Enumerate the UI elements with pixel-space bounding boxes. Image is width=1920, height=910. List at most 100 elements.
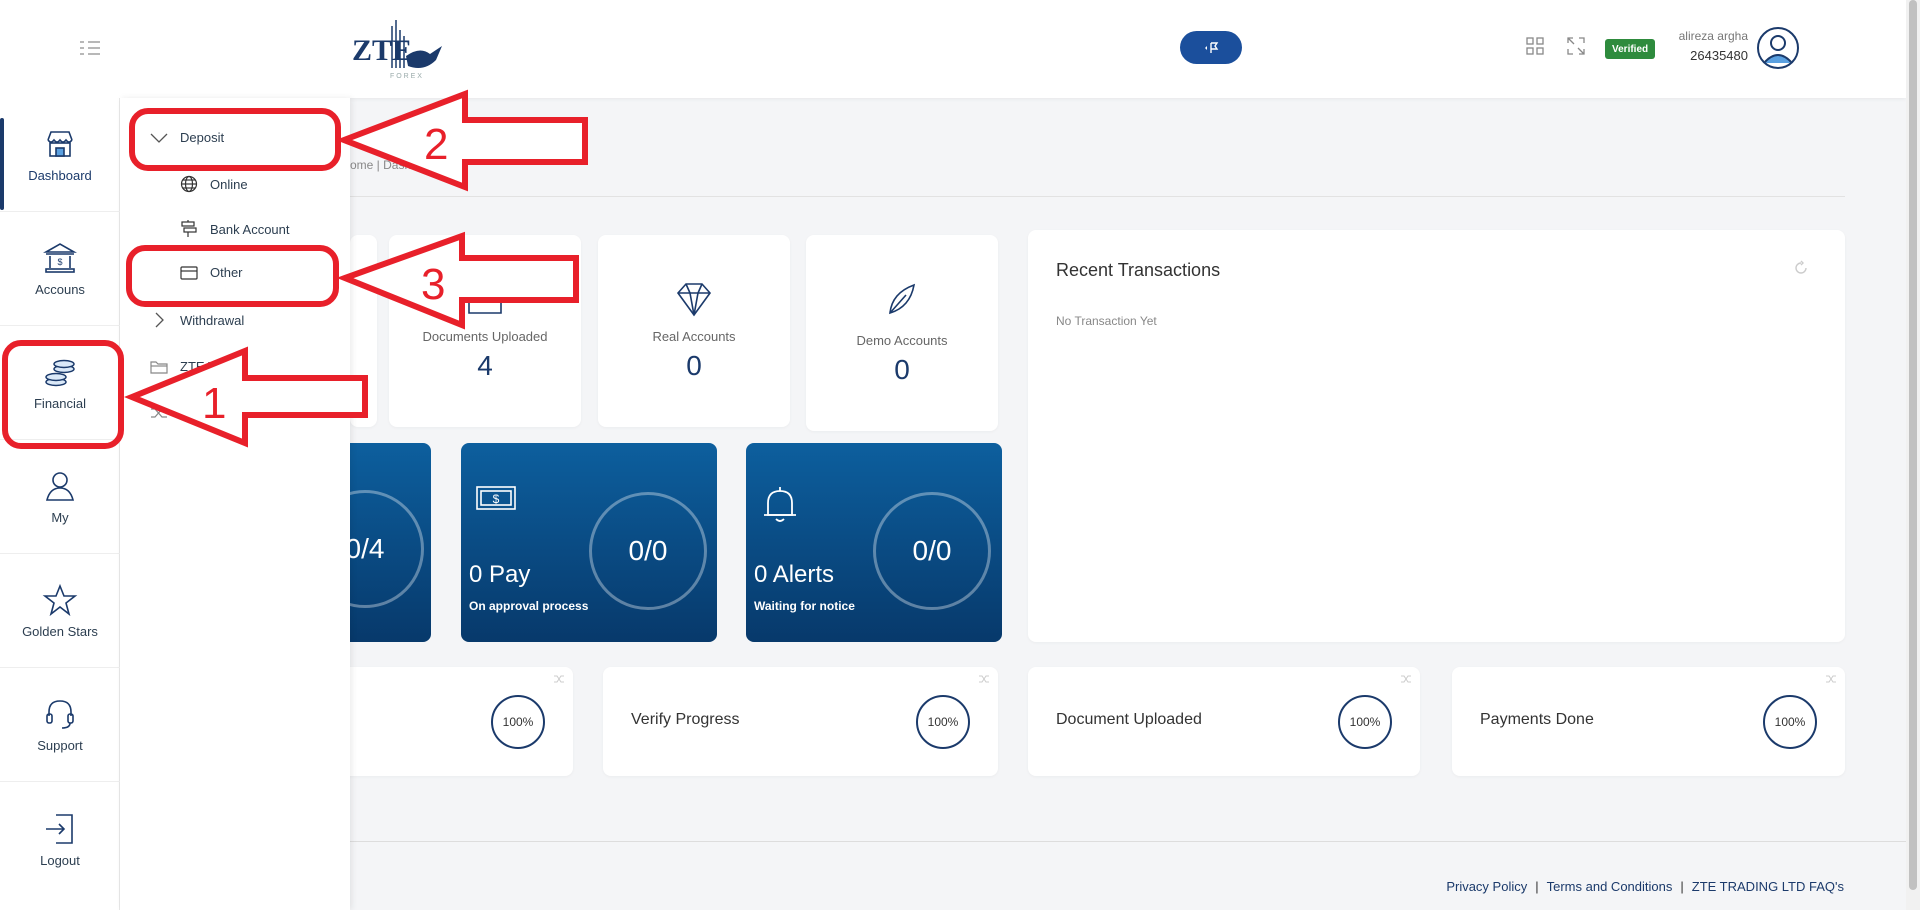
terms-link[interactable]: Terms and Conditions [1547,879,1673,894]
zte-logo[interactable]: ZTE F O R E X [350,16,446,82]
footer-links: Privacy Policy | Terms and Conditions | ZTE … [1446,879,1844,894]
privacy-policy-link[interactable]: Privacy Policy [1446,879,1527,894]
refresh-icon[interactable] [1793,260,1809,276]
rail-item-logout[interactable]: Logout [0,782,120,896]
rail-item-golden-stars[interactable]: Golden Stars [0,554,120,668]
footer-divider [350,841,1906,842]
progress-card-verify: Verify Progress 100% [603,667,998,776]
progress-card-partial: 100% [330,667,573,776]
rail-item-financial[interactable]: Financial [0,326,120,440]
progress-ring: 0/0 [589,492,707,610]
submenu-online[interactable]: Online [180,175,248,193]
alerts-count: 0 Alerts [754,561,835,588]
submenu-label: tic [210,405,223,420]
signpost-icon [181,220,197,237]
chevron-right-icon [155,312,164,328]
top-header: ZTE F O R E X Verified alireza argha 264… [0,0,1906,98]
rail-label: My [51,510,69,525]
credit-card-icon [180,265,198,280]
rail-label: Support [37,738,83,753]
submenu-zte-wallet[interactable]: ZTE Wall [150,359,233,374]
progress-label: Document Uploaded [1056,711,1202,728]
stat-value: 4 [477,350,493,381]
progress-percent: 100% [1338,695,1392,749]
user-id: 26435480 [1690,48,1748,63]
svg-text:F O R E X: F O R E X [390,73,422,80]
financial-submenu: Deposit Online Bank Account Other Withdr… [120,98,350,910]
stat-label: Demo Accounts [856,333,948,348]
language-flag-button[interactable] [1180,31,1242,64]
rail-label: Golden Stars [22,624,98,639]
rail-label: Logout [40,852,80,868]
submenu-label: Other [210,265,243,280]
bank-icon: $ [42,243,78,273]
feather-icon [889,283,916,315]
pay-status: On approval process [469,599,589,613]
money-icon: $ [476,486,516,510]
submenu-deposit[interactable]: Deposit [150,130,224,145]
globe-icon [180,175,198,193]
submenu-withdrawal[interactable]: Withdrawal [150,312,244,328]
logout-icon [46,813,73,844]
rail-label: Financial [33,396,87,411]
flag-icon [1205,41,1219,53]
stat-label: Real Accounts [652,329,736,344]
submenu-bank-account[interactable]: Bank Account [180,220,290,238]
shuffle-icon[interactable] [1825,673,1837,685]
recent-transactions-card: Recent Transactions No Transaction Yet [1028,230,1845,642]
fullscreen-icon[interactable] [1566,36,1586,56]
progress-percent: 100% [491,695,545,749]
svg-text:ZTE: ZTE [352,34,412,67]
rail-label: Accouns [35,282,85,297]
submenu-transactions[interactable]: tic [150,405,223,420]
rail-item-support[interactable]: Support [0,668,120,782]
progress-percent: 100% [916,695,970,749]
shuffle-icon[interactable] [978,673,990,685]
stat-card-documents: Documents Uploaded 4 [389,235,581,427]
progress-label: Payments Done [1480,711,1594,728]
avatar[interactable] [1757,27,1799,69]
scrollbar[interactable] [1906,0,1920,910]
submenu-label: Withdrawal [180,312,245,328]
folder-icon [468,288,502,314]
wallet-icon [150,360,168,374]
apps-grid-icon[interactable] [1525,36,1545,56]
svg-text:$: $ [57,257,62,267]
menu-toggle-icon[interactable] [78,38,102,58]
left-rail: Dashboard $ Accouns Financial My Golden … [0,98,120,910]
chevron-down-icon [150,133,168,143]
diamond-icon [676,283,712,317]
rail-label: Dashboard [28,168,92,183]
star-icon [42,583,78,617]
rail-item-accounts[interactable]: $ Accouns [0,212,120,326]
svg-text:$: $ [493,492,500,506]
submenu-label: Online [210,176,248,192]
rail-item-my[interactable]: My [0,440,120,554]
progress-card-documents: Document Uploaded 100% [1028,667,1420,776]
submenu-label: Deposit [180,130,225,145]
shuffle-icon[interactable] [553,673,565,685]
progress-percent: 100% [1763,695,1817,749]
progress-label: Verify Progress [631,711,740,728]
submenu-other[interactable]: Other [180,265,243,280]
scroll-thumb[interactable] [1909,0,1917,890]
headset-icon [46,700,74,729]
blue-card-pay: $ 0 Pay On approval process 0/0 [461,443,717,642]
store-icon [47,131,73,157]
user-name: alireza argha [1678,29,1748,43]
submenu-label: Bank Account [210,221,290,237]
stat-value: 0 [894,354,910,385]
submenu-label: ZTE Wall [180,359,233,374]
rail-item-dashboard[interactable]: Dashboard [0,98,120,212]
bell-icon [764,487,796,522]
divider [350,196,1845,197]
stat-card-demo-accounts: Demo Accounts 0 [806,235,998,431]
stat-value: 0 [686,350,702,381]
recent-transactions-title: Recent Transactions [1056,260,1221,280]
shuffle-icon[interactable] [1400,673,1412,685]
faq-link[interactable]: ZTE TRADING LTD FAQ's [1692,879,1844,894]
recent-transactions-empty: No Transaction Yet [1056,314,1157,328]
coins-icon [45,359,75,387]
progress-ring: 0/0 [873,492,991,610]
user-icon [45,472,75,501]
